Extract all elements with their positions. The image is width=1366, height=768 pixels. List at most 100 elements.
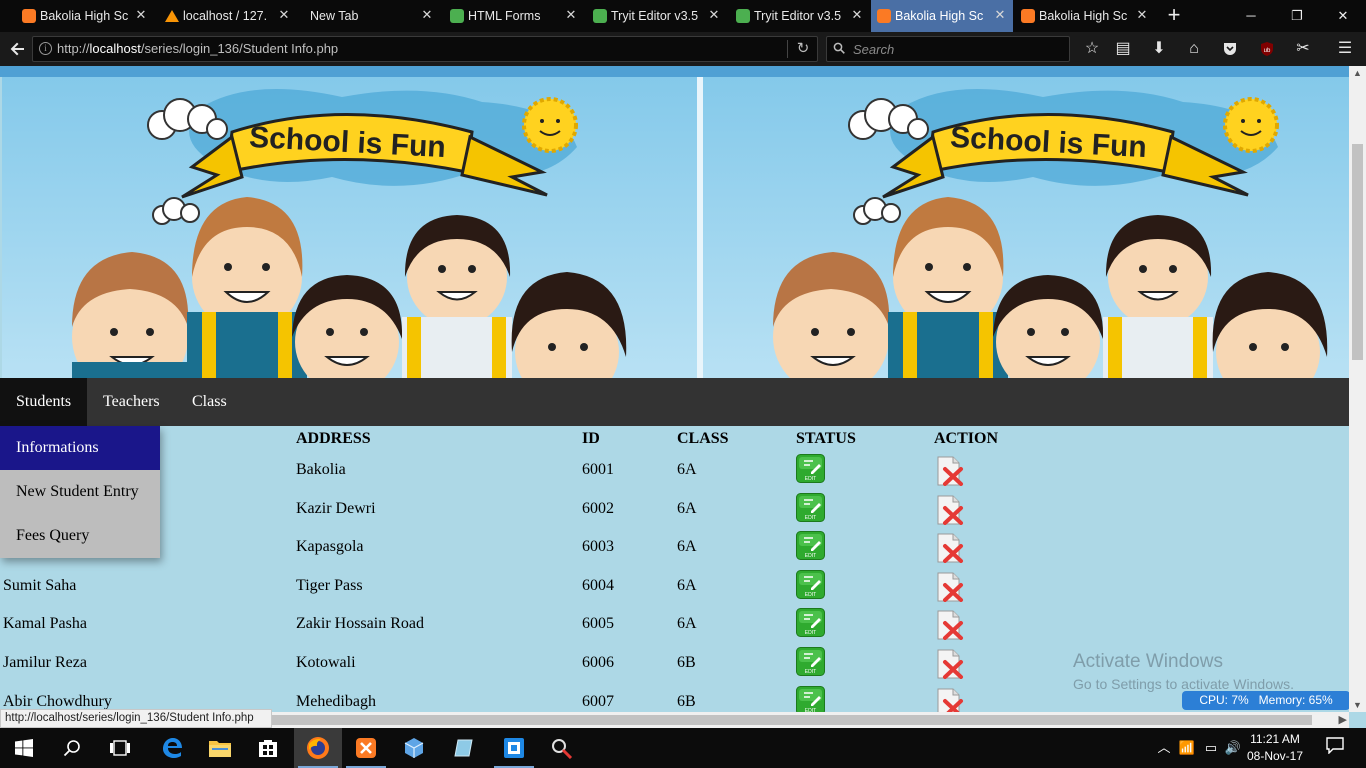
tray-expand-icon[interactable]: ︿ <box>1155 738 1173 758</box>
class-cell: 6A <box>677 576 697 594</box>
delete-icon[interactable] <box>937 533 964 564</box>
w3schools-icon <box>593 9 607 23</box>
file-explorer-icon[interactable] <box>196 728 244 768</box>
notifications-icon[interactable] <box>1324 736 1346 756</box>
close-icon[interactable]: ✕ <box>277 8 291 22</box>
close-icon[interactable]: ✕ <box>420 8 434 22</box>
app-glass-icon[interactable] <box>440 728 488 768</box>
search-icon[interactable] <box>48 728 96 768</box>
reading-list-icon[interactable]: ▤ <box>1111 37 1135 61</box>
edit-icon[interactable]: EDIT <box>796 608 825 638</box>
edit-icon[interactable]: EDIT <box>796 569 825 599</box>
horizontal-scrollbar[interactable]: ▶ <box>270 712 1349 728</box>
firefox-icon[interactable] <box>294 728 342 768</box>
header-address: ADDRESS <box>296 430 371 447</box>
edit-icon[interactable]: EDIT <box>796 647 825 676</box>
nav-class[interactable]: Class <box>176 378 243 426</box>
svg-text:EDIT: EDIT <box>805 476 816 482</box>
info-icon[interactable]: i <box>39 42 52 55</box>
header-id: ID <box>582 430 600 447</box>
address-cell: Kapasgola <box>296 538 364 556</box>
browser-tab-1[interactable]: Bakolia High Sc ✕ <box>16 0 154 32</box>
page-top-strip <box>0 66 1349 77</box>
new-tab-button[interactable]: + <box>1162 4 1186 28</box>
xampp-icon <box>22 9 36 23</box>
network-icon[interactable]: 📶 <box>1178 738 1196 758</box>
menu-item-informations[interactable]: Informations <box>0 426 160 470</box>
app-window-icon[interactable] <box>490 728 538 768</box>
scrollbar-thumb[interactable] <box>272 715 1312 725</box>
back-button[interactable] <box>6 37 30 61</box>
scroll-right-arrow-icon[interactable]: ▶ <box>1339 712 1347 728</box>
nav-students[interactable]: Students <box>0 378 87 426</box>
edge-icon[interactable] <box>148 728 196 768</box>
xampp-icon <box>877 9 891 23</box>
close-icon[interactable]: ✕ <box>993 8 1007 22</box>
tools-icon[interactable]: ✂ <box>1291 37 1315 61</box>
close-icon[interactable]: ✕ <box>134 8 148 22</box>
browser-tab-3[interactable]: New Tab ✕ <box>300 0 440 32</box>
browser-tab-2[interactable]: localhost / 127. ✕ <box>159 0 297 32</box>
delete-icon[interactable] <box>937 495 964 525</box>
watermark-subtitle: Go to Settings to activate Windows. <box>1073 676 1294 692</box>
address-cell: Bakolia <box>296 461 346 478</box>
delete-icon[interactable] <box>937 572 964 602</box>
cpu-memory-widget: CPU: 7% Memory: 65% <box>1182 691 1350 710</box>
reload-icon[interactable]: ↻ <box>793 39 813 59</box>
menu-item-fees-query[interactable]: Fees Query <box>0 514 160 558</box>
browser-tab-6[interactable]: Tryit Editor v3.5 ✕ <box>730 0 870 32</box>
delete-icon[interactable] <box>937 649 964 679</box>
url-bar[interactable]: i http://localhost/series/login_136/Stud… <box>32 36 818 62</box>
browser-tab-8[interactable]: Bakolia High Sc ✕ <box>1015 0 1155 32</box>
menu-item-new-student-entry[interactable]: New Student Entry <box>0 470 160 514</box>
battery-icon[interactable]: ▭ <box>1202 738 1220 758</box>
search-input[interactable]: Search <box>826 36 1070 62</box>
tab-label: localhost / 127. <box>183 9 268 23</box>
start-icon[interactable] <box>0 728 48 768</box>
pocket-icon[interactable] <box>1218 37 1242 61</box>
table-row: Kazir Dewri 6002 6A EDIT <box>0 490 1349 528</box>
id-cell: 6005 <box>582 615 614 633</box>
ublock-icon[interactable]: ub <box>1255 37 1279 61</box>
browser-tab-4[interactable]: HTML Forms ✕ <box>444 0 584 32</box>
close-icon[interactable]: ✕ <box>850 8 864 22</box>
delete-icon[interactable] <box>937 456 964 486</box>
restore-button[interactable]: ❐ <box>1274 0 1320 32</box>
class-cell: 6B <box>677 654 696 671</box>
close-icon[interactable]: ✕ <box>707 8 721 22</box>
bookmark-star-icon[interactable]: ☆ <box>1080 37 1104 61</box>
xampp-icon[interactable] <box>342 728 390 768</box>
class-cell: 6B <box>677 692 696 710</box>
clock-time: 11:21 AM <box>1250 732 1300 746</box>
app-cube-icon[interactable] <box>390 728 438 768</box>
home-icon[interactable]: ⌂ <box>1182 37 1206 61</box>
app-tool-icon[interactable] <box>538 728 586 768</box>
edit-icon[interactable]: EDIT <box>796 685 825 712</box>
scroll-down-arrow-icon[interactable]: ▼ <box>1349 698 1366 712</box>
id-cell: 6007 <box>582 692 614 710</box>
scroll-up-arrow-icon[interactable]: ▲ <box>1349 66 1366 80</box>
browser-tab-5[interactable]: Tryit Editor v3.5 ✕ <box>587 0 727 32</box>
edit-icon[interactable]: EDIT <box>796 454 825 483</box>
close-icon[interactable]: ✕ <box>564 8 578 22</box>
task-view-icon[interactable] <box>96 728 144 768</box>
hamburger-menu-icon[interactable]: ☰ <box>1333 37 1357 61</box>
windows-taskbar: ︿ 📶 ▭ 🔊 11:21 AM 08-Nov-17 <box>0 728 1366 768</box>
download-icon[interactable]: ⬇ <box>1147 37 1171 61</box>
edit-icon[interactable]: EDIT <box>796 531 825 561</box>
browser-tab-7[interactable]: Bakolia High Sc ✕ <box>871 0 1013 32</box>
delete-icon[interactable] <box>937 688 964 712</box>
tab-label: HTML Forms <box>468 9 541 23</box>
vertical-scrollbar[interactable]: ▲ ▼ <box>1349 66 1366 712</box>
activate-windows-watermark: Activate Windows Go to Settings to activ… <box>1073 651 1294 692</box>
close-window-button[interactable]: ✕ <box>1320 0 1366 32</box>
store-icon[interactable] <box>244 728 292 768</box>
nav-teachers[interactable]: Teachers <box>87 378 176 426</box>
delete-icon[interactable] <box>937 610 964 641</box>
close-icon[interactable]: ✕ <box>1135 8 1149 22</box>
minimize-button[interactable]: ─ <box>1228 0 1274 32</box>
svg-text:EDIT: EDIT <box>805 669 816 675</box>
edit-icon[interactable]: EDIT <box>796 492 825 522</box>
system-clock[interactable]: 11:21 AM 08-Nov-17 <box>1240 731 1310 765</box>
scrollbar-thumb[interactable] <box>1352 144 1363 360</box>
